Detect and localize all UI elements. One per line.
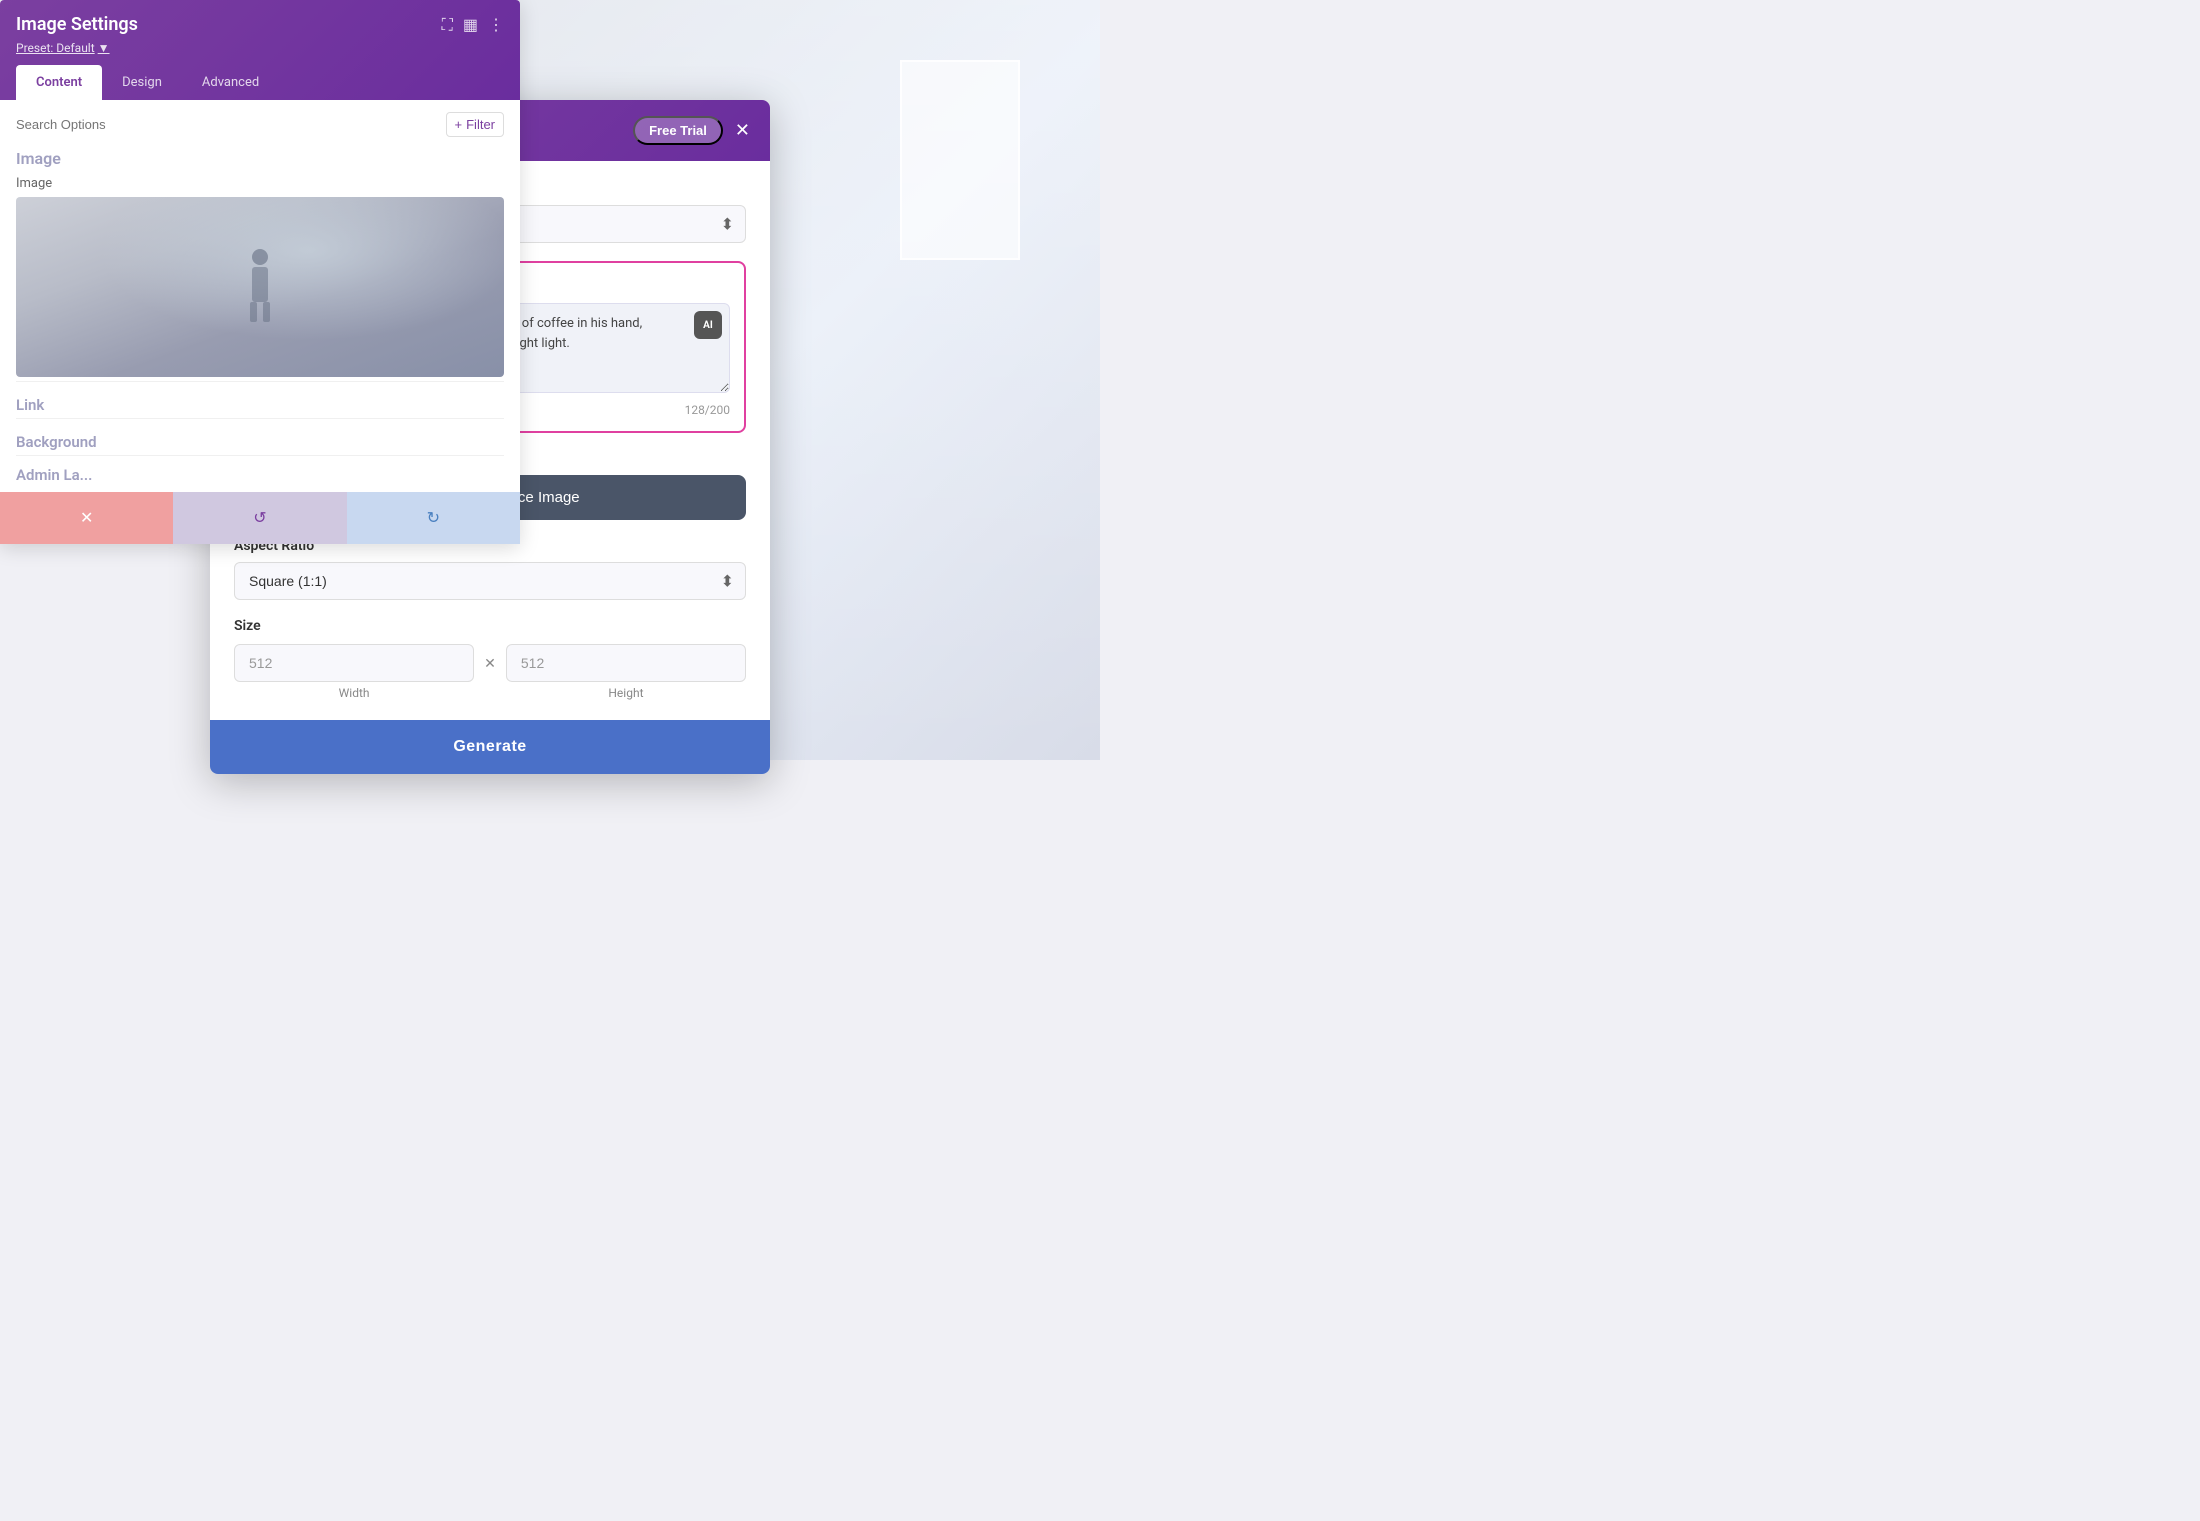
divider-1 bbox=[16, 381, 504, 382]
ai-enhance-button[interactable]: AI bbox=[694, 311, 722, 339]
section-link-label: Link bbox=[16, 396, 504, 414]
undo-button[interactable]: ↺ bbox=[173, 492, 346, 544]
section-background-label: Background bbox=[16, 433, 504, 451]
generate-button[interactable]: Generate bbox=[210, 720, 770, 774]
expand-icon[interactable]: ⛶ bbox=[442, 15, 453, 35]
modal-header-right: Free Trial ✕ bbox=[633, 116, 750, 145]
office-window-decoration bbox=[900, 60, 1020, 260]
panel-header: Image Settings ⛶ ▦ ⋮ Preset: Default ▼ C… bbox=[0, 0, 520, 100]
width-wrapper: Width bbox=[234, 644, 474, 700]
bottom-actions: ✕ ↺ ↻ bbox=[0, 492, 520, 544]
height-wrapper: Height bbox=[506, 644, 746, 700]
panel-title-icons: ⛶ ▦ ⋮ bbox=[442, 15, 504, 35]
redo-button[interactable]: ↻ bbox=[347, 492, 520, 544]
tab-advanced[interactable]: Advanced bbox=[182, 65, 279, 100]
section-image-label: Image bbox=[16, 149, 504, 168]
redo-icon: ↻ bbox=[427, 508, 440, 528]
free-trial-badge[interactable]: Free Trial bbox=[633, 116, 723, 145]
cancel-button[interactable]: ✕ bbox=[0, 492, 173, 544]
modal-close-button[interactable]: ✕ bbox=[735, 122, 750, 140]
undo-icon: ↺ bbox=[253, 508, 266, 528]
cancel-icon: ✕ bbox=[80, 508, 93, 528]
search-options-input[interactable] bbox=[16, 117, 438, 132]
tab-content[interactable]: Content bbox=[16, 65, 102, 100]
preset-selector[interactable]: Preset: Default ▼ bbox=[16, 41, 504, 55]
panel-title-row: Image Settings ⛶ ▦ ⋮ bbox=[16, 14, 504, 35]
divider-2 bbox=[16, 418, 504, 419]
size-row: Width ✕ Height bbox=[234, 644, 746, 700]
person-silhouette bbox=[240, 247, 280, 327]
width-label: Width bbox=[339, 686, 370, 700]
aspect-ratio-wrapper: Square (1:1) Landscape (16:9) Portrait (… bbox=[234, 562, 746, 600]
height-label: Height bbox=[608, 686, 643, 700]
panel-body: + Filter Image Image Link Background Adm… bbox=[0, 100, 520, 496]
filter-plus-icon: + bbox=[455, 117, 463, 132]
image-preview bbox=[16, 197, 504, 377]
columns-icon[interactable]: ▦ bbox=[463, 15, 478, 34]
filter-button[interactable]: + Filter bbox=[446, 112, 504, 137]
panel-tabs: Content Design Advanced bbox=[16, 65, 504, 100]
more-options-icon[interactable]: ⋮ bbox=[488, 15, 504, 34]
panel-title: Image Settings bbox=[16, 14, 138, 35]
section-admin-label: Admin La... bbox=[16, 466, 504, 484]
divider-3 bbox=[16, 455, 504, 456]
modal-footer: Generate bbox=[210, 720, 770, 774]
width-input[interactable] bbox=[234, 644, 474, 682]
aspect-ratio-select[interactable]: Square (1:1) Landscape (16:9) Portrait (… bbox=[234, 562, 746, 600]
height-input[interactable] bbox=[506, 644, 746, 682]
tab-design[interactable]: Design bbox=[102, 65, 182, 100]
filter-label: Filter bbox=[466, 117, 495, 132]
size-x-divider: ✕ bbox=[484, 656, 496, 672]
search-row: + Filter bbox=[16, 112, 504, 137]
size-section: Size Width ✕ Height bbox=[234, 618, 746, 700]
size-label: Size bbox=[234, 618, 746, 634]
image-sub-label: Image bbox=[16, 176, 504, 191]
image-settings-panel: Image Settings ⛶ ▦ ⋮ Preset: Default ▼ C… bbox=[0, 0, 520, 544]
image-preview-content bbox=[16, 197, 504, 377]
